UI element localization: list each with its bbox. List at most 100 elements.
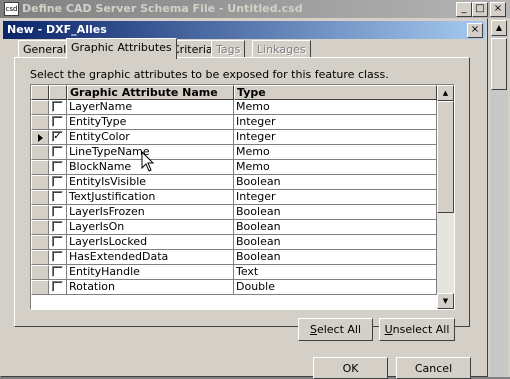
attribute-name-cell[interactable]: Rotation bbox=[67, 280, 234, 295]
background-scrollbar[interactable]: ▲ bbox=[490, 20, 508, 377]
checkbox-cell bbox=[49, 235, 67, 250]
background-close-icon[interactable]: × bbox=[490, 2, 506, 17]
attribute-type-cell[interactable]: Boolean bbox=[234, 205, 437, 220]
select-all-button[interactable]: Select All bbox=[298, 318, 373, 341]
row-selector[interactable] bbox=[31, 145, 49, 160]
ok-button[interactable]: OK bbox=[313, 357, 388, 379]
attribute-grid[interactable]: Graphic Attribute Name Type LayerName Mem… bbox=[30, 84, 455, 310]
row-selector[interactable] bbox=[31, 115, 49, 130]
column-header-type[interactable]: Type bbox=[234, 85, 437, 100]
checkbox-cell bbox=[49, 220, 67, 235]
attribute-name-cell[interactable]: EntityColor bbox=[67, 130, 234, 145]
table-row[interactable]: EntityHandle Text bbox=[31, 265, 437, 280]
table-row[interactable]: BlockName Memo bbox=[31, 160, 437, 175]
checkbox-cell bbox=[49, 250, 67, 265]
attribute-checkbox[interactable] bbox=[52, 161, 63, 172]
attribute-type-cell[interactable]: Memo bbox=[234, 100, 437, 115]
table-row[interactable]: LayerIsLocked Boolean bbox=[31, 235, 437, 250]
checkbox-cell bbox=[49, 145, 67, 160]
attribute-type-cell[interactable]: Integer bbox=[234, 190, 437, 205]
column-header-name[interactable]: Graphic Attribute Name bbox=[67, 85, 234, 100]
attribute-checkbox[interactable] bbox=[52, 221, 63, 232]
attribute-checkbox[interactable] bbox=[52, 116, 63, 127]
checkbox-cell bbox=[49, 280, 67, 295]
row-selector[interactable] bbox=[31, 265, 49, 280]
attribute-type-cell[interactable]: Boolean bbox=[234, 220, 437, 235]
attribute-name-cell[interactable]: LayerName bbox=[67, 100, 234, 115]
attribute-name-cell[interactable]: TextJustification bbox=[67, 190, 234, 205]
checkbox-cell bbox=[49, 100, 67, 115]
select-all-label: elect All bbox=[316, 323, 362, 336]
grid-scrollbar[interactable]: ▲ ▼ bbox=[437, 85, 454, 309]
scroll-up-arrow-icon[interactable]: ▲ bbox=[437, 85, 454, 101]
attribute-checkbox[interactable] bbox=[52, 206, 63, 217]
minimize-icon[interactable]: _ bbox=[456, 2, 472, 17]
attribute-type-cell[interactable]: Integer bbox=[234, 130, 437, 145]
row-selector[interactable] bbox=[31, 160, 49, 175]
grid-scroll-thumb[interactable] bbox=[437, 101, 454, 213]
row-selector[interactable] bbox=[31, 100, 49, 115]
attribute-name-cell[interactable]: HasExtendedData bbox=[67, 250, 234, 265]
attribute-checkbox[interactable] bbox=[52, 281, 63, 292]
table-row[interactable]: LayerName Memo bbox=[31, 100, 437, 115]
row-selector[interactable] bbox=[31, 205, 49, 220]
tab-linkages[interactable]: Linkages bbox=[252, 40, 311, 57]
attribute-type-cell[interactable]: Memo bbox=[234, 145, 437, 160]
attribute-type-cell[interactable]: Boolean bbox=[234, 250, 437, 265]
current-row-arrow-icon bbox=[38, 134, 43, 142]
table-row[interactable]: EntityType Integer bbox=[31, 115, 437, 130]
row-selector[interactable] bbox=[31, 235, 49, 250]
unselect-all-label: nselect All bbox=[392, 323, 450, 336]
attribute-checkbox[interactable] bbox=[52, 101, 63, 112]
dialog-titlebar[interactable]: New - DXF_Alles × bbox=[3, 21, 485, 39]
row-selector[interactable] bbox=[31, 130, 49, 145]
attribute-type-cell[interactable]: Memo bbox=[234, 160, 437, 175]
select-all-mnemonic: S bbox=[309, 323, 317, 336]
tab-tags[interactable]: Tags bbox=[211, 40, 246, 57]
attribute-name-cell[interactable]: EntityType bbox=[67, 115, 234, 130]
attribute-name-cell[interactable]: EntityHandle bbox=[67, 265, 234, 280]
scroll-thumb[interactable] bbox=[491, 38, 507, 90]
attribute-type-cell[interactable]: Boolean bbox=[234, 175, 437, 190]
table-row[interactable]: LayerIsFrozen Boolean bbox=[31, 205, 437, 220]
attribute-checkbox[interactable] bbox=[52, 251, 63, 262]
attribute-checkbox[interactable] bbox=[52, 146, 63, 157]
table-row[interactable]: LineTypeName Memo bbox=[31, 145, 437, 160]
attribute-type-cell[interactable]: Text bbox=[234, 265, 437, 280]
table-row[interactable]: HasExtendedData Boolean bbox=[31, 250, 437, 265]
scroll-down-arrow-icon[interactable]: ▼ bbox=[437, 293, 454, 309]
table-row[interactable]: TextJustification Integer bbox=[31, 190, 437, 205]
app-icon: csd bbox=[4, 2, 19, 16]
attribute-checkbox[interactable] bbox=[52, 176, 63, 187]
maximize-icon[interactable]: □ bbox=[472, 2, 488, 17]
row-selector[interactable] bbox=[31, 280, 49, 295]
attribute-type-cell[interactable]: Integer bbox=[234, 115, 437, 130]
attribute-checkbox[interactable] bbox=[52, 236, 63, 247]
attribute-type-cell[interactable]: Boolean bbox=[234, 235, 437, 250]
instructions-text: Select the graphic attributes to be expo… bbox=[30, 68, 389, 81]
attribute-checkbox[interactable]: ✓ bbox=[52, 131, 63, 142]
tab-general[interactable]: General bbox=[18, 40, 72, 57]
row-selector[interactable] bbox=[31, 220, 49, 235]
table-row[interactable]: Rotation Double bbox=[31, 280, 437, 295]
attribute-type-cell[interactable]: Double bbox=[234, 280, 437, 295]
table-row[interactable]: ✓ EntityColor Integer bbox=[31, 130, 437, 145]
row-selector[interactable] bbox=[31, 190, 49, 205]
close-icon[interactable]: × bbox=[467, 23, 483, 38]
attribute-name-cell[interactable]: LayerIsLocked bbox=[67, 235, 234, 250]
scroll-up-arrow-icon[interactable]: ▲ bbox=[491, 20, 507, 36]
cancel-button[interactable]: Cancel bbox=[396, 357, 471, 379]
table-row[interactable]: EntityIsVisible Boolean bbox=[31, 175, 437, 190]
attribute-name-cell[interactable]: LayerIsOn bbox=[67, 220, 234, 235]
attribute-checkbox[interactable] bbox=[52, 266, 63, 277]
row-selector[interactable] bbox=[31, 250, 49, 265]
row-selector[interactable] bbox=[31, 175, 49, 190]
attribute-checkbox[interactable] bbox=[52, 191, 63, 202]
background-titlebar[interactable]: csd Define CAD Server Schema File - Unti… bbox=[0, 0, 510, 18]
unselect-all-button[interactable]: Unselect All bbox=[379, 318, 455, 341]
dialog-title: New - DXF_Alles bbox=[7, 23, 107, 36]
tab-graphic-attributes[interactable]: Graphic Attributes bbox=[66, 38, 177, 59]
table-row[interactable]: LayerIsOn Boolean bbox=[31, 220, 437, 235]
attribute-name-cell[interactable]: LayerIsFrozen bbox=[67, 205, 234, 220]
attribute-name-cell[interactable]: EntityIsVisible bbox=[67, 175, 234, 190]
